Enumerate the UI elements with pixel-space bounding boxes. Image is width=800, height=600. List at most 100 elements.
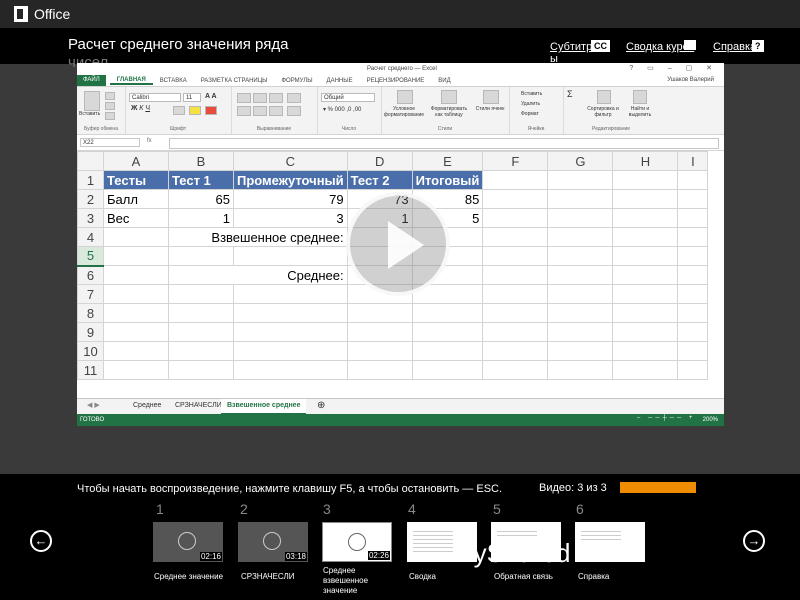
tab-page-layout[interactable]: РАЗМЕТКА СТРАНИЦЫ: [194, 78, 275, 84]
thumb-label[interactable]: Обратная связь: [494, 572, 553, 582]
play-icon[interactable]: [346, 192, 450, 296]
row-header[interactable]: 1: [77, 170, 104, 190]
cell[interactable]: [677, 170, 709, 190]
cell[interactable]: 65: [168, 189, 234, 209]
thumb-label[interactable]: Среднее взвешенное значение: [323, 566, 393, 596]
align-center-icon[interactable]: [253, 106, 267, 116]
cell[interactable]: [612, 265, 679, 285]
cell[interactable]: [547, 265, 614, 285]
cell[interactable]: [612, 208, 679, 228]
video-thumbnail-2[interactable]: 03:18: [238, 522, 308, 562]
cell[interactable]: [482, 170, 549, 190]
row-header[interactable]: 10: [77, 341, 104, 361]
align-left-icon[interactable]: [237, 106, 251, 116]
find-select-label[interactable]: Найти и выделить: [623, 106, 657, 118]
row-header[interactable]: 2: [77, 189, 104, 209]
format-cells-button[interactable]: Формат: [521, 111, 539, 117]
cut-icon[interactable]: [105, 92, 115, 100]
cell[interactable]: Вес: [103, 208, 169, 228]
cell[interactable]: 1: [168, 208, 234, 228]
tab-view[interactable]: ВИД: [431, 78, 457, 84]
tab-home[interactable]: ГЛАВНАЯ: [109, 77, 153, 85]
tab-insert[interactable]: ВСТАВКА: [153, 78, 194, 84]
cell[interactable]: Тест 1: [168, 170, 234, 190]
sort-filter-icon[interactable]: [597, 90, 611, 104]
wrap-text-icon[interactable]: [287, 93, 301, 103]
cell-styles-label[interactable]: Стили ячеек: [475, 106, 505, 112]
font-color-icon[interactable]: [205, 106, 217, 115]
help-thumbnail[interactable]: [575, 522, 645, 562]
row-header[interactable]: 9: [77, 322, 104, 342]
format-as-table-label[interactable]: Форматировать как таблицу: [427, 106, 471, 118]
cell[interactable]: [103, 246, 169, 266]
row-header[interactable]: 3: [77, 208, 104, 228]
cell[interactable]: Тест 2: [346, 170, 413, 190]
select-all-corner[interactable]: [77, 151, 104, 171]
video-thumbnail-3[interactable]: 02:26: [322, 522, 392, 562]
formula-input[interactable]: [169, 138, 719, 149]
merge-center-icon[interactable]: [287, 106, 301, 116]
autosum-icon[interactable]: Σ: [567, 90, 573, 99]
fx-icon[interactable]: fx: [147, 138, 152, 144]
paste-icon[interactable]: [84, 91, 100, 111]
thumb-label[interactable]: Сводка: [409, 572, 436, 582]
cell[interactable]: [103, 227, 169, 247]
row-header[interactable]: 7: [77, 284, 104, 304]
column-header[interactable]: E: [411, 151, 484, 171]
name-box[interactable]: X22: [80, 138, 140, 147]
thumb-label[interactable]: Среднее значение: [154, 572, 223, 582]
cell[interactable]: [612, 227, 679, 247]
cell[interactable]: [103, 265, 169, 285]
number-format-icons[interactable]: ▾ % 000 ,0 ,00: [323, 107, 361, 113]
cell[interactable]: [482, 265, 549, 285]
align-right-icon[interactable]: [269, 106, 283, 116]
format-painter-icon[interactable]: [105, 112, 115, 120]
tab-data[interactable]: ДАННЫЕ: [320, 78, 360, 84]
previous-arrow-icon[interactable]: ←: [30, 530, 52, 552]
align-top-icon[interactable]: [237, 93, 251, 103]
thumb-label[interactable]: Справка: [578, 572, 609, 582]
cell[interactable]: [482, 208, 549, 228]
copy-icon[interactable]: [105, 102, 115, 110]
help-link[interactable]: Справка: [713, 41, 756, 53]
thumb-label[interactable]: СРЗНАЧЕСЛИ: [241, 572, 294, 582]
cell[interactable]: 79: [233, 189, 348, 209]
zoom-level[interactable]: 200%: [703, 417, 718, 423]
column-header[interactable]: I: [677, 151, 709, 171]
column-header[interactable]: C: [233, 151, 348, 171]
video-thumbnail-1[interactable]: 02:16: [153, 522, 223, 562]
cell[interactable]: [677, 208, 709, 228]
tab-formulas[interactable]: ФОРМУЛЫ: [275, 78, 320, 84]
cell[interactable]: Взвешенное среднее:: [168, 227, 348, 247]
cell[interactable]: [612, 189, 679, 209]
cell[interactable]: Балл: [103, 189, 169, 209]
cell[interactable]: [677, 265, 709, 285]
cell[interactable]: [677, 227, 709, 247]
subtitles-link[interactable]: Субтитр: [550, 41, 592, 53]
cell[interactable]: [233, 246, 348, 266]
grow-font-icon[interactable]: A A: [205, 93, 217, 100]
cc-icon[interactable]: CC: [591, 40, 610, 52]
sheet-tab-averageif[interactable]: СРЗНАЧЕСЛИ: [169, 399, 228, 413]
tab-file[interactable]: ФАЙЛ: [77, 75, 106, 86]
conditional-format-label[interactable]: Условное форматирование: [383, 106, 425, 118]
column-header[interactable]: H: [612, 151, 679, 171]
column-header[interactable]: B: [168, 151, 234, 171]
cell-styles-icon[interactable]: [483, 90, 499, 104]
conditional-format-icon[interactable]: [397, 90, 413, 104]
row-header[interactable]: 6: [77, 265, 104, 285]
column-header[interactable]: G: [547, 151, 614, 171]
sheet-tab-average[interactable]: Среднее: [127, 399, 167, 413]
bold-italic-underline-icon[interactable]: Ж К Ч: [131, 105, 150, 112]
zoom-slider[interactable]: – ──┼── +: [637, 415, 695, 421]
row-header[interactable]: 11: [77, 360, 104, 380]
align-bottom-icon[interactable]: [269, 93, 283, 103]
next-arrow-icon[interactable]: →: [743, 530, 765, 552]
column-header[interactable]: D: [346, 151, 413, 171]
fill-color-icon[interactable]: [189, 106, 201, 115]
cell[interactable]: [482, 189, 549, 209]
tab-review[interactable]: РЕЦЕНЗИРОВАНИЕ: [360, 78, 432, 84]
cell[interactable]: [547, 227, 614, 247]
delete-cells-button[interactable]: Удалить: [521, 101, 540, 107]
cell[interactable]: [547, 208, 614, 228]
